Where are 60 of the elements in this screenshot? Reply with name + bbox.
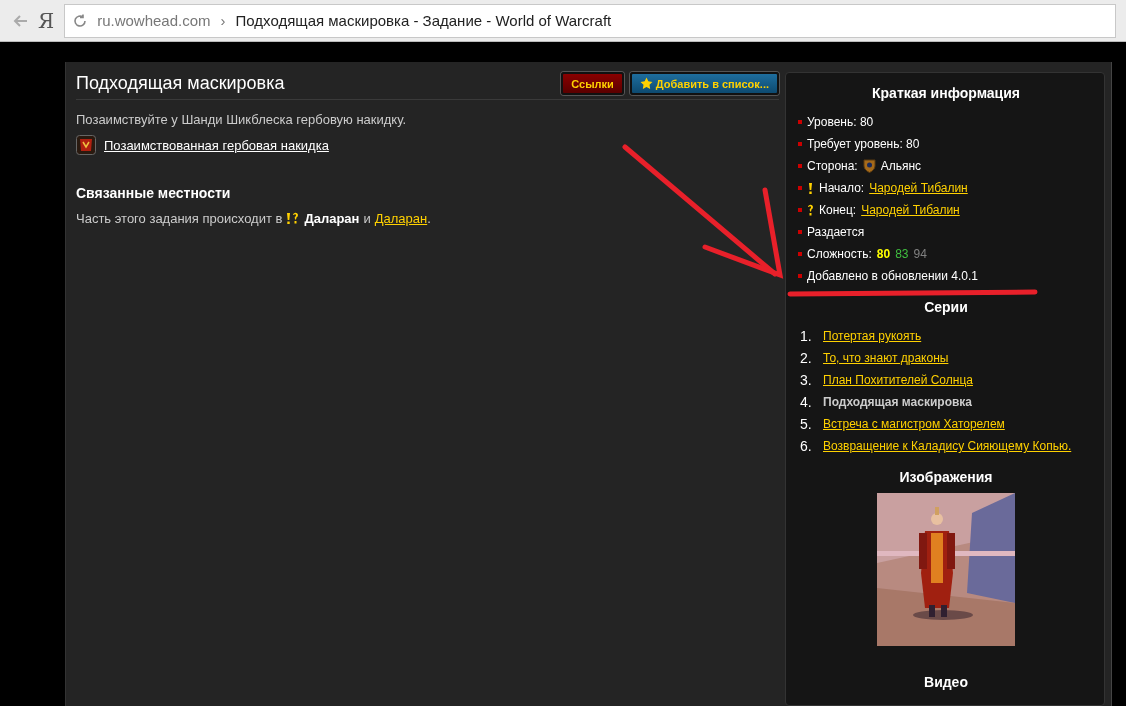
series-number: 2. [800,350,813,366]
series-number: 5. [800,416,813,432]
section-heading: Связанные местности [76,185,232,201]
series-link[interactable]: Возвращение к Каладису Сияющему Копью. [823,439,1072,453]
series-link[interactable]: План Похитителей Солнца [823,373,973,387]
add-to-list-button[interactable]: Добавить в список... [629,72,779,95]
series-link[interactable]: То, что знают драконы [823,351,949,365]
info-label: Сторона: [807,159,858,173]
series-number: 3. [800,372,813,388]
zones-suffix: . [427,211,431,226]
sidebar-heading: Краткая информация [871,85,1021,101]
reload-icon[interactable] [73,13,88,28]
zone-name: Даларан [304,211,360,226]
info-label: Конец: [819,203,857,217]
sidebar-heading: Изображения [898,469,994,485]
sidebar-heading: Видео [923,674,969,690]
quest-title: Подходящая маскировка [76,73,285,94]
bullet-icon [798,230,802,234]
bullet-icon [798,274,802,278]
info-text: Требует уровень: 80 [807,137,920,151]
tabard-icon[interactable] [76,135,96,155]
bullet-icon [798,164,802,168]
bullet-icon [798,142,802,146]
url-separator: › [220,12,226,29]
info-text: Уровень: 80 [807,115,874,129]
series-link[interactable]: Встреча с магистром Хаторелем [823,417,1005,431]
series-link[interactable]: Потертая рукоять [823,329,922,343]
item-link[interactable]: Позаимствованная гербовая накидка [104,137,329,153]
quest-marks-icon [286,212,301,225]
exclamation-mark-icon [807,181,814,195]
browser-logo[interactable]: Я [38,8,55,33]
difficulty-level: 80 [876,247,891,261]
question-mark-icon [807,203,814,217]
star-icon [639,77,653,90]
zones-text: Часть этого задания происходит в [76,211,283,226]
npc-link[interactable]: Чародей Тибалин [861,203,960,217]
page-title: Подходящая маскировка - Задание - World of Warcraft [235,12,612,29]
quest-description: Позаимствуйте у Шанди Шикблеска гербовую накидку. [76,112,407,127]
info-label: Сложность: [807,247,872,261]
zones-joiner: и [363,211,371,226]
info-text: Добавлено в обновлении 4.0.1 [807,269,978,283]
info-label: Начало: [819,181,865,195]
faction-name: Альянс [880,159,922,173]
series-number: 6. [800,438,813,454]
npc-link[interactable]: Чародей Тибалин [869,181,968,195]
url-domain: ru.wowhead.com [97,12,211,29]
bullet-icon [798,208,802,212]
bullet-icon [798,186,802,190]
lion-shield-icon [862,159,876,173]
difficulty-level: 83 [895,247,909,261]
series-number: 1. [800,328,813,344]
difficulty-level: 94 [913,247,927,261]
series-number: 4. [800,394,813,410]
links-button[interactable]: Ссылки [561,72,624,95]
address-bar[interactable]: ru.wowhead.com › Подходящая маскировка - Задание - World of Warcraft [64,3,1116,38]
sidebar-heading: Серии [923,299,969,315]
current-quest: Подходящая маскировка [823,395,973,409]
bullet-icon [798,120,802,124]
bullet-icon [798,252,802,256]
info-text: Раздается [807,225,865,239]
